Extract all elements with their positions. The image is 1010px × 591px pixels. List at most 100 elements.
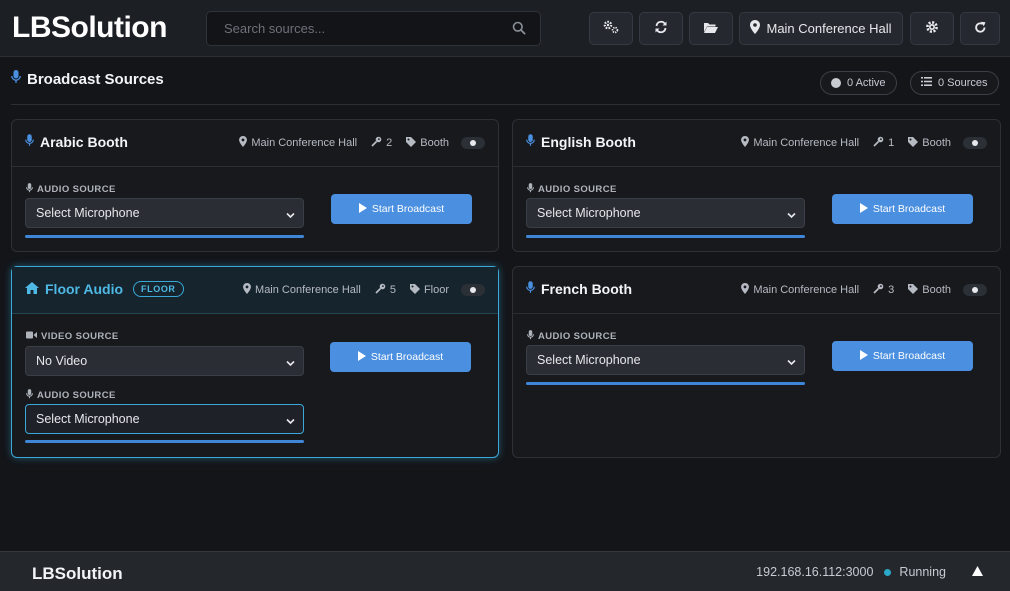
- sync-icon: [654, 20, 668, 37]
- video-source-value: No Video: [36, 354, 88, 368]
- microphone-icon: [26, 183, 33, 196]
- map-marker-icon: [741, 136, 750, 150]
- key-icon: [873, 136, 884, 150]
- app-logo: LBSolution: [12, 11, 167, 44]
- card-location: Main Conference Hall: [753, 284, 860, 296]
- search-icon[interactable]: [512, 21, 526, 40]
- home-icon: [25, 281, 39, 297]
- redo-icon: [974, 21, 987, 37]
- tag-icon: [406, 136, 417, 150]
- audio-source-label-group: AUDIO SOURCE: [26, 389, 116, 402]
- audio-source-select[interactable]: Select Microphone: [526, 198, 805, 228]
- list-icon: [921, 77, 932, 89]
- map-marker-icon: [239, 136, 248, 150]
- audio-source-label-group: AUDIO SOURCE: [527, 183, 617, 196]
- chevron-down-icon: [286, 357, 295, 371]
- search-box: [206, 11, 541, 46]
- audio-source-select[interactable]: Select Microphone: [25, 198, 304, 228]
- microphone-icon: [527, 183, 534, 196]
- card-meta: Main Conference Hall 3 Booth: [741, 283, 987, 297]
- microphone-icon: [26, 389, 33, 402]
- chevron-down-icon: [286, 415, 295, 429]
- card-header: Arabic Booth Main Conference Hall 2 Boot…: [12, 120, 498, 167]
- folder-open-icon: [703, 21, 719, 37]
- audio-level-bar: [25, 440, 304, 443]
- card-meta: Main Conference Hall 5 Floor: [243, 283, 485, 297]
- card-title-group: Floor Audio FLOOR: [25, 281, 184, 297]
- map-marker-icon: [741, 283, 750, 297]
- sources-count-badge[interactable]: 0 Sources: [910, 71, 999, 95]
- card-title-group: Arabic Booth: [25, 134, 128, 150]
- audio-source-select[interactable]: Select Microphone: [25, 404, 304, 434]
- sources-count-label: 0 Sources: [938, 77, 988, 89]
- start-broadcast-label: Start Broadcast: [371, 203, 445, 215]
- server-address: 192.168.16.112:3000: [756, 565, 874, 579]
- card-title: French Booth: [541, 281, 632, 297]
- server-status: Running: [899, 565, 946, 579]
- reload-button[interactable]: [960, 12, 1000, 45]
- card-key-number: 5: [389, 284, 396, 296]
- status-dot-icon: [831, 78, 841, 88]
- source-card-english-booth: English Booth Main Conference Hall 1 Boo…: [512, 119, 1001, 252]
- audio-source-value: Select Microphone: [537, 353, 641, 367]
- key-icon: [371, 136, 382, 150]
- audio-level-bar: [526, 235, 805, 238]
- active-count-badge[interactable]: 0 Active: [820, 71, 897, 95]
- audio-source-select[interactable]: Select Microphone: [526, 345, 805, 375]
- enable-toggle[interactable]: [461, 137, 485, 149]
- chevron-down-icon: [787, 356, 796, 370]
- play-icon: [358, 202, 367, 216]
- cogs-button[interactable]: [589, 12, 633, 45]
- footer-logo: LBSolution: [32, 564, 123, 583]
- card-header: French Booth Main Conference Hall 3 Boot…: [513, 267, 1000, 314]
- open-folder-button[interactable]: [689, 12, 733, 45]
- settings-button[interactable]: [910, 12, 954, 45]
- top-header: LBSolution Main Conference Hall: [0, 0, 1010, 57]
- card-header: Floor Audio FLOOR Main Conference Hall 5…: [12, 267, 498, 314]
- caret-up-icon[interactable]: [972, 565, 983, 579]
- section-divider: [11, 104, 1000, 105]
- microphone-icon: [25, 134, 34, 150]
- search-input[interactable]: [207, 12, 507, 45]
- source-card-french-booth: French Booth Main Conference Hall 3 Boot…: [512, 266, 1001, 458]
- enable-toggle[interactable]: [461, 284, 485, 296]
- tag-icon: [908, 136, 919, 150]
- card-title: English Booth: [541, 134, 636, 150]
- audio-source-value: Select Microphone: [36, 206, 140, 220]
- start-broadcast-button[interactable]: Start Broadcast: [832, 194, 973, 224]
- video-source-label-group: VIDEO SOURCE: [26, 331, 119, 342]
- card-key-number: 1: [888, 137, 895, 149]
- audio-source-value: Select Microphone: [537, 206, 641, 220]
- microphone-icon: [527, 330, 534, 343]
- footer-status: 192.168.16.112:3000 Running: [756, 565, 983, 579]
- play-icon: [859, 349, 868, 363]
- audio-source-label-group: AUDIO SOURCE: [527, 330, 617, 343]
- start-broadcast-button[interactable]: Start Broadcast: [832, 341, 973, 371]
- refresh-button[interactable]: [639, 12, 683, 45]
- card-title-group: English Booth: [526, 134, 636, 150]
- card-header: English Booth Main Conference Hall 1 Boo…: [513, 120, 1000, 167]
- location-label: Main Conference Hall: [766, 21, 892, 36]
- start-broadcast-button[interactable]: Start Broadcast: [331, 194, 472, 224]
- card-tag: Floor: [423, 284, 449, 296]
- enable-toggle[interactable]: [963, 137, 987, 149]
- audio-source-label: AUDIO SOURCE: [538, 331, 617, 342]
- card-tag: Booth: [922, 137, 951, 149]
- floor-badge: FLOOR: [133, 281, 184, 297]
- key-icon: [873, 283, 884, 297]
- video-source-select[interactable]: No Video: [25, 346, 304, 376]
- microphone-icon: [11, 70, 21, 88]
- key-icon: [375, 283, 386, 297]
- gear-icon: [925, 20, 939, 37]
- audio-source-label-group: AUDIO SOURCE: [26, 183, 116, 196]
- microphone-icon: [526, 281, 535, 297]
- enable-toggle[interactable]: [963, 284, 987, 296]
- card-location: Main Conference Hall: [255, 284, 361, 296]
- tag-icon: [409, 283, 420, 297]
- location-button[interactable]: Main Conference Hall: [739, 12, 903, 45]
- map-marker-icon: [750, 20, 761, 37]
- start-broadcast-button[interactable]: Start Broadcast: [330, 342, 471, 372]
- footer-bar: LBSolution 192.168.16.112:3000 Running: [0, 551, 1010, 591]
- start-broadcast-label: Start Broadcast: [370, 351, 444, 363]
- audio-level-bar: [526, 382, 805, 385]
